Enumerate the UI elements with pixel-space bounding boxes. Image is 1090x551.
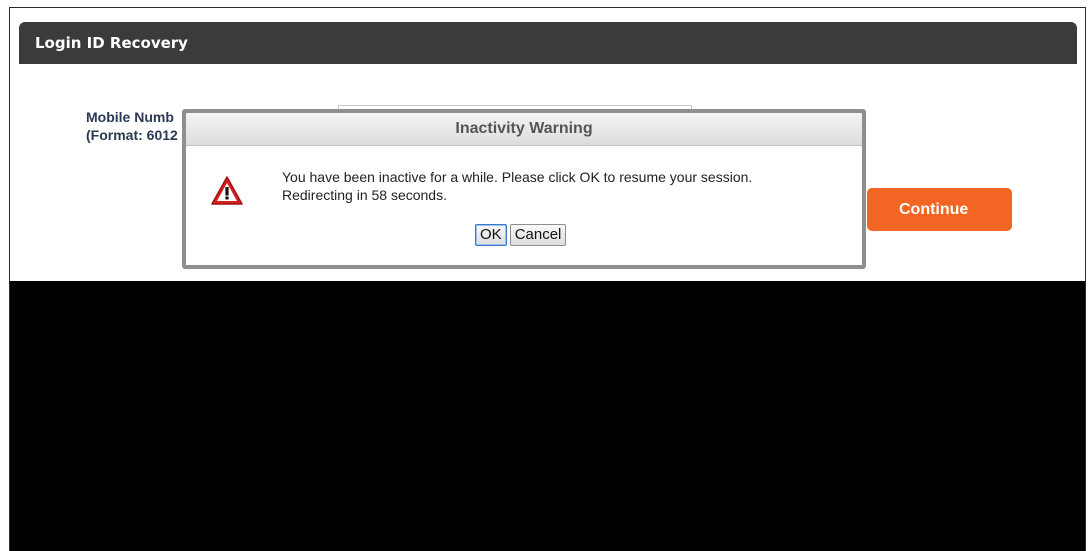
inactivity-warning-dialog: Inactivity Warning You have been inactiv… xyxy=(182,109,866,269)
page-frame: Login ID Recovery Mobile Numb (Format: 6… xyxy=(9,7,1086,551)
dialog-title: Inactivity Warning xyxy=(186,113,862,146)
warning-icon xyxy=(211,176,243,205)
ok-button[interactable]: OK xyxy=(475,224,507,246)
panel-title: Login ID Recovery xyxy=(35,34,188,52)
panel-header: Login ID Recovery xyxy=(19,22,1077,64)
mobile-number-label-line1: Mobile Numb xyxy=(86,109,174,125)
dialog-message-line1: You have been inactive for a while. Plea… xyxy=(282,169,753,185)
dialog-countdown: Redirecting in 58 seconds. xyxy=(282,187,447,203)
dialog-message: You have been inactive for a while. Plea… xyxy=(282,168,752,204)
dialog-button-row: OK Cancel xyxy=(475,224,567,246)
continue-button[interactable]: Continue xyxy=(867,188,1012,231)
cancel-button[interactable]: Cancel xyxy=(509,224,567,246)
redacted-area xyxy=(10,281,1085,551)
mobile-number-label: Mobile Numb (Format: 6012 xyxy=(86,108,186,144)
mobile-number-format-hint: (Format: 6012 xyxy=(86,127,178,143)
